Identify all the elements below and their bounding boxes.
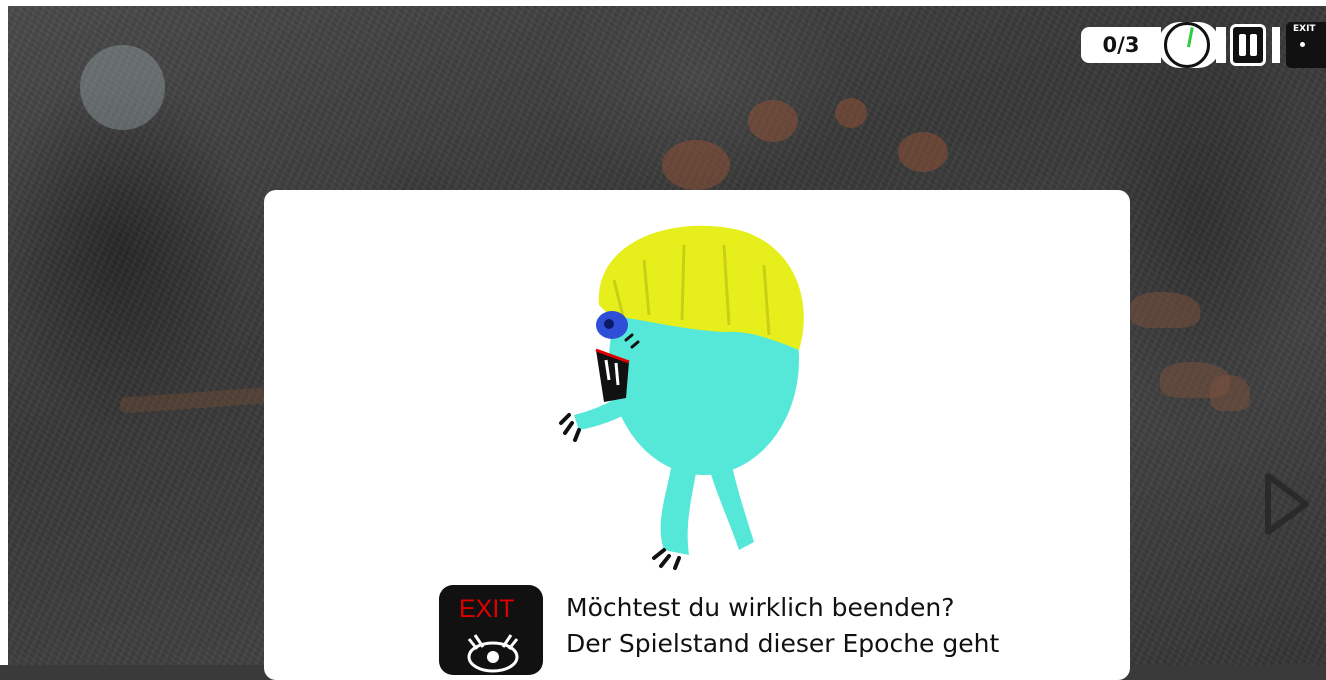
message-line-2: Der Spielstand dieser Epoche geht — [566, 629, 1000, 658]
left-border — [0, 0, 8, 665]
monster-character-image — [559, 225, 804, 570]
top-border — [0, 0, 1326, 6]
exit-button[interactable]: EXIT — [1286, 22, 1326, 68]
cave-dot — [662, 140, 730, 190]
exit-warning-icon: EXIT — [439, 585, 543, 675]
cave-dot — [748, 100, 798, 142]
cave-stripe — [119, 386, 281, 414]
cave-mammoth-drawing — [1210, 375, 1250, 411]
timer-clock-icon — [1164, 22, 1210, 68]
pause-icon-bar — [1250, 34, 1257, 56]
exit-icon-label: EXIT — [459, 595, 515, 623]
cave-sun-drawing — [80, 45, 165, 130]
eye-hands-icon — [467, 634, 519, 673]
exit-dot-icon — [1300, 42, 1305, 47]
exit-confirm-dialog: EXIT Möchtest du wirklich beenden? Der S… — [264, 190, 1130, 680]
pause-icon-bar — [1239, 34, 1246, 56]
timer-hand — [1187, 27, 1194, 48]
score-counter: 0/3 — [1081, 27, 1161, 63]
cave-dot — [898, 132, 948, 172]
timer-frame-tail — [1216, 27, 1226, 63]
cave-mammoth-drawing — [1130, 292, 1200, 328]
pause-button[interactable] — [1230, 24, 1266, 66]
next-arrow-icon[interactable] — [1262, 472, 1310, 536]
exit-confirm-message: Möchtest du wirklich beenden? Der Spiels… — [566, 590, 1066, 662]
exit-button-label: EXIT — [1293, 24, 1316, 34]
cave-dot — [835, 98, 867, 128]
hud-separator — [1272, 27, 1280, 63]
message-line-1: Möchtest du wirklich beenden? — [566, 593, 955, 622]
